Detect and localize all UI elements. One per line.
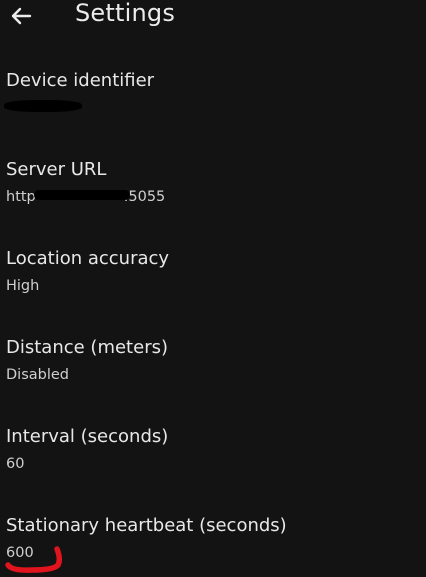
back-button[interactable]	[6, 3, 36, 29]
red-underline-annotation	[5, 546, 63, 573]
setting-interval[interactable]: Interval (seconds) 60	[6, 426, 420, 506]
setting-stationary-heartbeat[interactable]: Stationary heartbeat (seconds) 600	[5, 515, 420, 576]
page-title: Settings	[75, 0, 176, 27]
setting-title: Stationary heartbeat (seconds)	[6, 515, 287, 536]
setting-device-identifier[interactable]: Device identifier	[4, 70, 420, 150]
redaction-mark	[34, 190, 130, 200]
url-suffix: .5055	[123, 189, 166, 205]
setting-title: Device identifier	[6, 70, 155, 91]
setting-title: Distance (meters)	[6, 337, 168, 358]
arrow-left-icon	[11, 7, 32, 25]
setting-value: Disabled	[6, 367, 69, 383]
setting-distance[interactable]: Distance (meters) Disabled	[6, 337, 420, 417]
setting-server-url[interactable]: Server URL http .5055	[6, 159, 420, 239]
setting-title: Server URL	[6, 159, 107, 180]
setting-value: 60	[6, 456, 25, 472]
url-prefix: http	[6, 189, 36, 205]
setting-location-accuracy[interactable]: Location accuracy High	[6, 248, 420, 328]
setting-value: High	[6, 278, 40, 294]
redaction-mark	[4, 100, 82, 112]
setting-title: Interval (seconds)	[6, 426, 169, 447]
app-bar: Settings	[0, 0, 426, 34]
setting-title: Location accuracy	[6, 248, 170, 269]
